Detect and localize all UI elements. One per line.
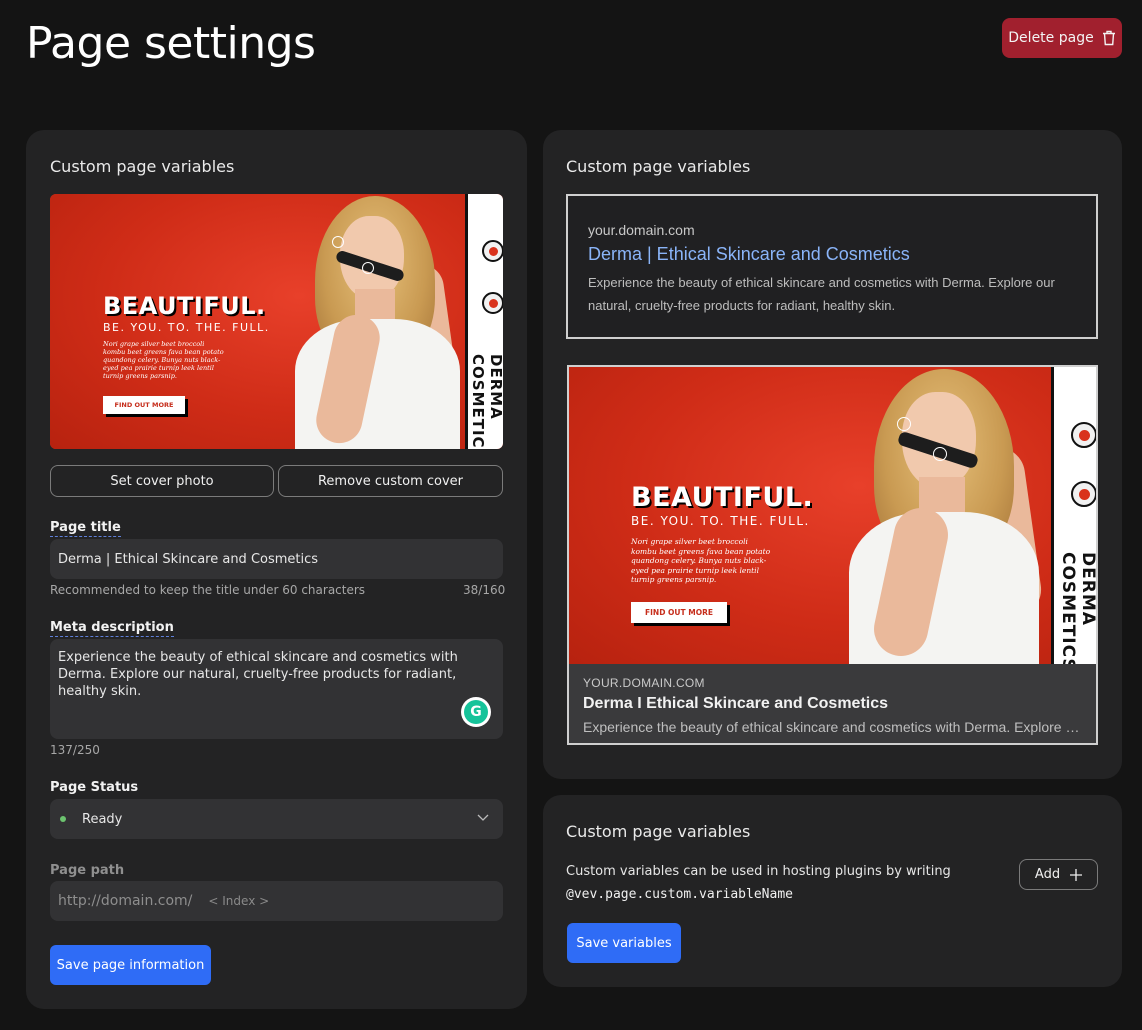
meta-char-count: 137/250 <box>50 743 100 757</box>
page-status-value: Ready <box>82 811 123 827</box>
cover-blurb: Nori grape silver beet broccoli kombu be… <box>103 340 224 380</box>
page-title-value: Derma | Ethical Skincare and Cosmetics <box>58 551 319 567</box>
search-result-preview: your.domain.com Derma | Ethical Skincare… <box>566 194 1098 339</box>
page-status-label: Page Status <box>50 780 139 795</box>
cover-cta: FIND OUT MORE <box>103 396 185 414</box>
social-title: Derma I Ethical Skincare and Cosmetics <box>583 695 889 712</box>
title-char-count: 38/160 <box>463 583 506 597</box>
grammarly-icon[interactable]: G <box>461 697 491 727</box>
social-preview-image: BEAUTIFUL. BE. YOU. TO. THE. FULL. Nori … <box>569 367 1096 664</box>
social-cover-cta: FIND OUT MORE <box>631 602 727 623</box>
page-path-placeholder: < Index > <box>208 894 270 908</box>
meta-description-value: Experience the beauty of ethical skincar… <box>58 650 458 699</box>
save-variables-button[interactable]: Save variables <box>567 923 681 963</box>
add-variable-label: Add <box>1034 867 1061 882</box>
meta-description-textarea[interactable]: Experience the beauty of ethical skincar… <box>50 639 503 739</box>
page-title-input[interactable]: Derma | Ethical Skincare and Cosmetics <box>50 539 503 579</box>
serp-title: Derma | Ethical Skincare and Cosmetics <box>588 244 910 264</box>
page-title-label: Page title <box>50 520 121 537</box>
remove-cover-button[interactable]: Remove custom cover <box>278 465 503 497</box>
delete-page-label: Delete page <box>1008 30 1094 46</box>
add-variable-button[interactable]: Add <box>1019 859 1098 890</box>
social-cover-brand: DERMA COSMETICS <box>1058 552 1096 664</box>
social-url: YOUR.DOMAIN.COM <box>583 676 705 690</box>
meta-description-label: Meta description <box>50 620 174 637</box>
save-page-information-button[interactable]: Save page information <box>50 945 211 985</box>
preview-heading: Custom page variables <box>566 157 751 176</box>
plus-icon <box>1070 868 1083 881</box>
social-cover-subheadline: BE. YOU. TO. THE. FULL. <box>631 514 810 528</box>
page-status-select[interactable]: Ready <box>50 799 503 839</box>
set-cover-button[interactable]: Set cover photo <box>50 465 274 497</box>
delete-page-button[interactable]: Delete page <box>1002 18 1122 58</box>
social-description: Experience the beauty of ethical skincar… <box>583 719 1082 735</box>
page-info-heading: Custom page variables <box>50 157 235 176</box>
social-share-preview: BEAUTIFUL. BE. YOU. TO. THE. FULL. Nori … <box>567 365 1098 745</box>
page-path-value: http://domain.com/ <box>58 893 193 909</box>
cover-headline: BEAUTIFUL. <box>103 292 266 320</box>
cover-photo: BEAUTIFUL. BE. YOU. TO. THE. FULL. Nori … <box>50 194 503 449</box>
status-dot-icon <box>60 816 66 822</box>
trash-icon <box>1102 30 1115 46</box>
cover-subheadline: BE. YOU. TO. THE. FULL. <box>103 321 270 334</box>
social-cover-headline: BEAUTIFUL. <box>631 482 814 513</box>
page-path-label: Page path <box>50 863 125 878</box>
page-title: Page settings <box>26 18 316 69</box>
serp-description: Experience the beauty of ethical skincar… <box>588 275 1055 313</box>
cover-brand: DERMA COSMETICS <box>469 354 503 449</box>
custom-variable-code: @vev.page.custom.variableName <box>566 887 793 902</box>
custom-variables-heading: Custom page variables <box>566 822 751 841</box>
chevron-down-icon <box>477 814 489 821</box>
page-path-input: http://domain.com/ < Index > <box>50 881 503 921</box>
serp-url: your.domain.com <box>588 222 695 238</box>
title-hint: Recommended to keep the title under 60 c… <box>50 583 366 597</box>
social-cover-blurb: Nori grape silver beet broccoli kombu be… <box>631 537 771 584</box>
custom-variables-description: Custom variables can be used in hosting … <box>566 864 951 879</box>
